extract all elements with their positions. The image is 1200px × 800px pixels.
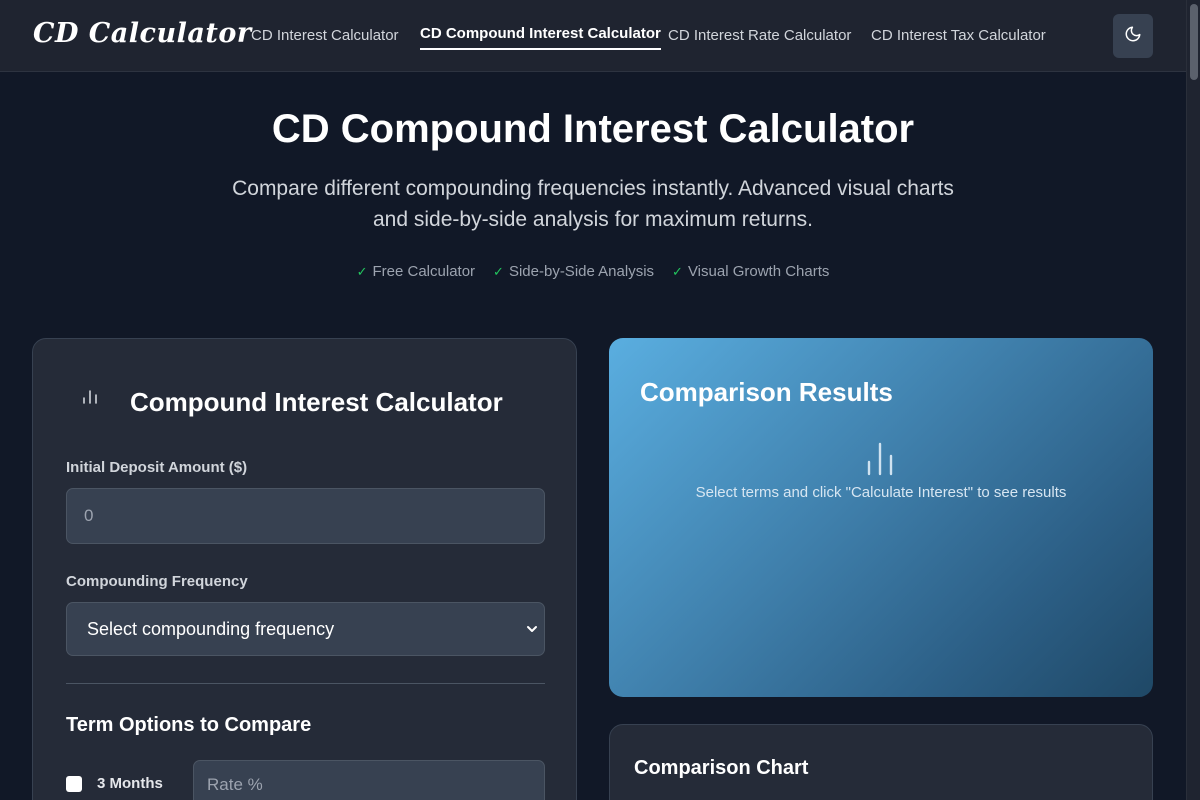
frequency-select-value: Select compounding frequency — [87, 618, 335, 639]
feature-item: ✓ Side-by-Side Analysis — [493, 263, 654, 280]
terms-title: Term Options to Compare — [66, 714, 312, 736]
term-option-row: 3 Months Rate % — [66, 760, 545, 800]
feature-label: Side-by-Side Analysis — [508, 263, 655, 280]
nav-cd-interest-tax-calculator[interactable]: CD Interest Tax Calculator — [871, 27, 1046, 44]
comparison-chart-card: Comparison Chart — [609, 724, 1153, 800]
section-divider — [66, 683, 545, 684]
deposit-input[interactable]: 0 — [66, 488, 545, 544]
calculator-card: Compound Interest Calculator Initial Dep… — [32, 338, 577, 800]
rate-input-placeholder: Rate % — [207, 775, 263, 794]
page-scrollbar[interactable] — [1186, 0, 1200, 800]
frequency-select[interactable]: Select compounding frequency — [66, 602, 545, 656]
theme-toggle-button[interactable] — [1113, 14, 1153, 58]
results-title: Comparison Results — [640, 377, 893, 407]
check-icon: ✓ — [672, 263, 683, 279]
bar-chart-icon — [80, 387, 100, 407]
check-icon: ✓ — [493, 263, 504, 279]
chevron-down-icon — [526, 619, 538, 640]
feature-label: Visual Growth Charts — [687, 263, 830, 280]
check-icon: ✓ — [356, 263, 368, 279]
nav-cd-interest-calculator[interactable]: CD Interest Calculator — [251, 27, 399, 44]
page-title: CD Compound Interest Calculator — [271, 107, 915, 151]
feature-label: Free Calculator — [372, 263, 476, 280]
scrollbar-thumb[interactable] — [1190, 4, 1198, 80]
moon-icon — [1124, 25, 1142, 48]
term-label: 3 Months — [97, 775, 163, 792]
deposit-label: Initial Deposit Amount ($) — [66, 459, 248, 476]
feature-item: ✓ Free Calculator — [357, 263, 475, 280]
chart-title: Comparison Chart — [634, 757, 809, 779]
deposit-input-value: 0 — [84, 506, 94, 525]
top-navbar: CD Calculator CD Interest Calculator CD … — [0, 0, 1186, 72]
term-checkbox[interactable] — [66, 776, 82, 792]
nav-cd-interest-rate-calculator[interactable]: CD Interest Rate Calculator — [668, 27, 851, 44]
page-subtitle: Compare different compounding frequencie… — [232, 177, 954, 231]
feature-item: ✓ Visual Growth Charts — [672, 263, 829, 280]
rate-input[interactable]: Rate % — [193, 760, 545, 800]
site-logo[interactable]: CD Calculator — [33, 18, 252, 49]
feature-list: ✓ Free Calculator ✓ Side-by-Side Analysi… — [0, 263, 1186, 280]
calculator-title: Compound Interest Calculator — [130, 387, 503, 417]
bar-chart-icon — [865, 442, 895, 481]
frequency-label: Compounding Frequency — [66, 573, 248, 590]
results-card: Comparison Results Select terms and clic… — [609, 338, 1153, 697]
nav-cd-compound-interest-calculator[interactable]: CD Compound Interest Calculator — [420, 25, 661, 50]
results-empty-message: Select terms and click "Calculate Intere… — [695, 484, 1067, 501]
